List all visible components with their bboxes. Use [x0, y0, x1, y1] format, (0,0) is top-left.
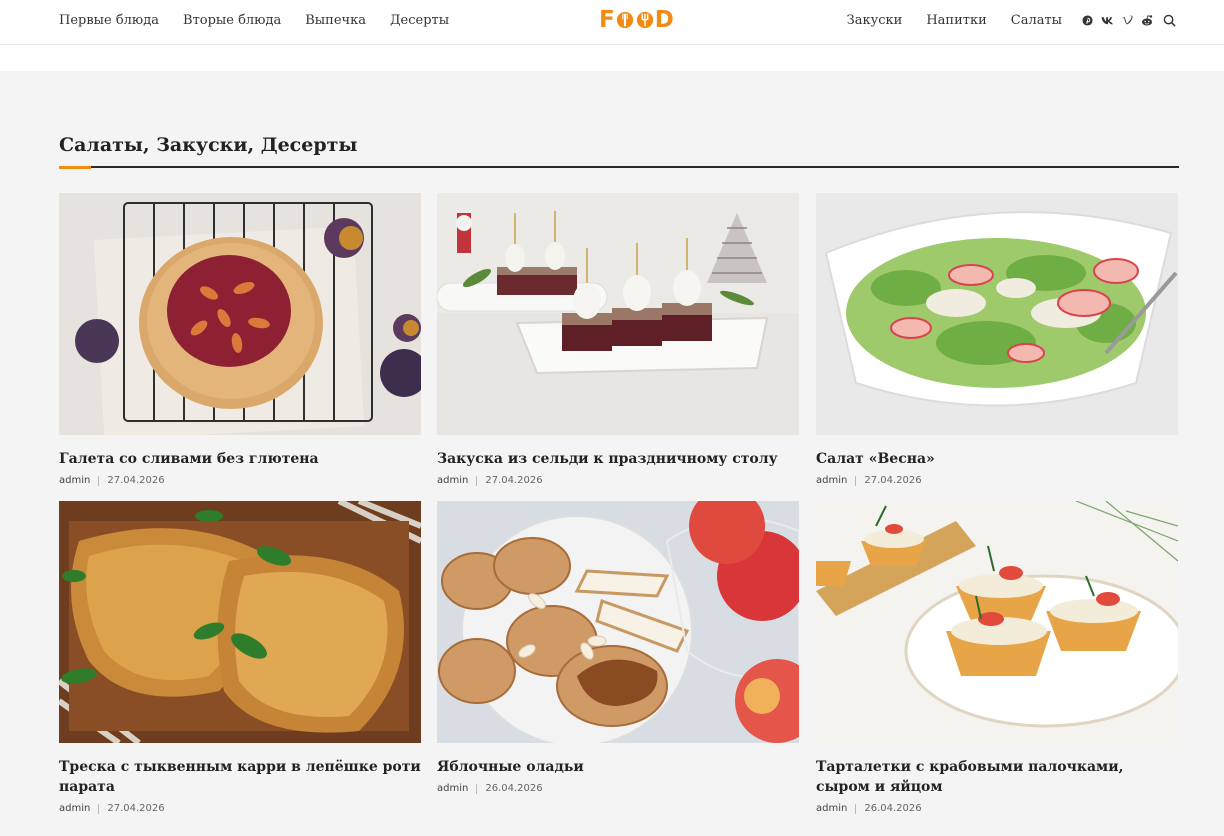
meta-divider	[855, 803, 857, 814]
nav-item-snacks[interactable]: Закуски	[847, 13, 903, 28]
meta-divider	[98, 475, 100, 486]
post-author[interactable]: admin	[59, 803, 90, 814]
post-title[interactable]: Тарталетки с крабовыми палочками, сыром …	[816, 757, 1178, 797]
meta-divider	[98, 803, 100, 814]
post-meta: admin 27.04.2026	[816, 475, 1178, 486]
pinterest-icon[interactable]	[1082, 14, 1093, 26]
post-card: Галета со сливами без глютена admin 27.0…	[59, 193, 421, 486]
section-title-accent	[59, 166, 91, 169]
meta-divider	[476, 783, 478, 794]
post-author[interactable]: admin	[816, 803, 847, 814]
post-title[interactable]: Салат «Весна»	[816, 449, 1178, 469]
post-author[interactable]: admin	[816, 475, 847, 486]
post-title[interactable]: Яблочные оладьи	[437, 757, 799, 777]
section-title: Салаты, Закуски, Десерты	[59, 134, 358, 156]
herring-canapes-photo	[437, 193, 799, 435]
site-logo[interactable]: F D	[599, 6, 674, 34]
post-card: Тарталетки с крабовыми палочками, сыром …	[816, 501, 1178, 814]
post-author[interactable]: admin	[59, 475, 90, 486]
post-thumbnail[interactable]	[816, 193, 1178, 435]
main-nav-right: Закуски Напитки Салаты	[823, 0, 1176, 40]
logo-letter-f: F	[599, 7, 615, 33]
post-thumbnail[interactable]	[816, 501, 1178, 743]
post-meta: admin 27.04.2026	[437, 475, 799, 486]
post-thumbnail[interactable]	[59, 193, 421, 435]
post-date: 27.04.2026	[485, 475, 543, 486]
spring-salad-photo	[816, 193, 1178, 435]
post-thumbnail[interactable]	[59, 501, 421, 743]
post-date: 27.04.2026	[107, 803, 165, 814]
search-icon[interactable]	[1163, 14, 1176, 27]
logo-letter-d: D	[654, 7, 674, 33]
post-title[interactable]: Закуска из сельди к праздничному столу	[437, 449, 799, 469]
nav-item-drinks[interactable]: Напитки	[926, 13, 986, 28]
main-nav-left: Первые блюда Вторые блюда Выпечка Десерт…	[59, 0, 473, 40]
post-date: 27.04.2026	[864, 475, 922, 486]
reddit-icon[interactable]	[1141, 14, 1153, 26]
post-meta: admin 27.04.2026	[59, 803, 421, 814]
post-date: 26.04.2026	[485, 783, 543, 794]
post-meta: admin 27.04.2026	[59, 475, 421, 486]
meta-divider	[476, 475, 478, 486]
post-card: Яблочные оладьи admin 26.04.2026	[437, 501, 799, 794]
nav-item-desserts[interactable]: Десерты	[390, 13, 449, 28]
meta-divider	[855, 475, 857, 486]
post-title[interactable]: Треска с тыквенным карри в лепёшке роти …	[59, 757, 421, 797]
post-meta: admin 26.04.2026	[816, 803, 1178, 814]
vk-icon[interactable]	[1101, 16, 1114, 25]
social-links	[1074, 14, 1153, 26]
plum-galette-photo	[59, 193, 421, 435]
nav-item-first-courses[interactable]: Первые блюда	[59, 13, 159, 28]
post-thumbnail[interactable]	[437, 501, 799, 743]
apple-pancakes-photo	[437, 501, 799, 743]
site-header: Первые блюда Вторые блюда Выпечка Десерт…	[0, 0, 1224, 45]
logo-plate-icon	[616, 11, 633, 29]
nav-item-salads[interactable]: Салаты	[1011, 13, 1062, 28]
post-card: Закуска из сельди к праздничному столу a…	[437, 193, 799, 486]
header-band	[0, 45, 1224, 71]
post-thumbnail[interactable]	[437, 193, 799, 435]
section-title-divider	[59, 166, 1179, 168]
vimeo-icon[interactable]	[1122, 15, 1133, 25]
roti-cod-photo	[59, 501, 421, 743]
nav-item-main-courses[interactable]: Вторые блюда	[183, 13, 281, 28]
nav-item-baking[interactable]: Выпечка	[305, 13, 366, 28]
logo-fork-icon	[636, 11, 653, 29]
post-date: 27.04.2026	[107, 475, 165, 486]
post-author[interactable]: admin	[437, 783, 468, 794]
post-title[interactable]: Галета со сливами без глютена	[59, 449, 421, 469]
post-card: Салат «Весна» admin 27.04.2026	[816, 193, 1178, 486]
post-card: Треска с тыквенным карри в лепёшке роти …	[59, 501, 421, 814]
post-date: 26.04.2026	[864, 803, 922, 814]
crab-tartlets-photo	[816, 501, 1178, 743]
post-author[interactable]: admin	[437, 475, 468, 486]
post-meta: admin 26.04.2026	[437, 783, 799, 794]
